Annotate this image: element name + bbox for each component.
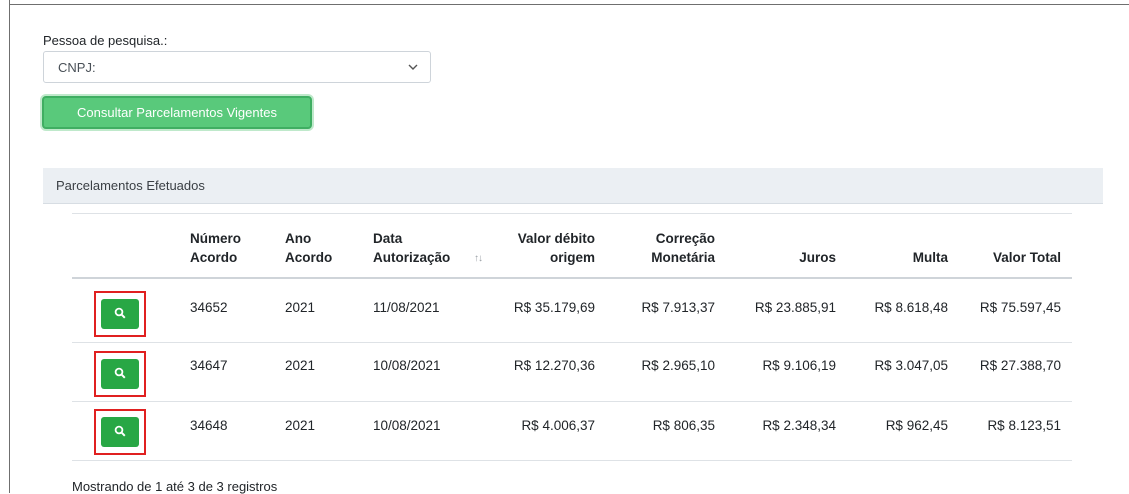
cell-multa: R$ 962,45 bbox=[885, 418, 948, 433]
header-correcao-monetaria[interactable]: Correção Monetária bbox=[615, 229, 715, 267]
header-valor-line2: origem bbox=[549, 250, 595, 265]
row-view-button-fill bbox=[101, 299, 139, 329]
cell-juros: R$ 23.885,91 bbox=[754, 300, 836, 315]
cell-data: 10/08/2021 bbox=[373, 418, 441, 433]
consult-installments-button[interactable]: Consultar Parcelamentos Vigentes bbox=[42, 96, 312, 129]
cell-ano: 2021 bbox=[285, 358, 316, 373]
header-data-line1: Data bbox=[373, 231, 403, 246]
header-valor-total[interactable]: Valor Total bbox=[961, 248, 1061, 267]
cell-data: 11/08/2021 bbox=[373, 300, 440, 315]
sort-icon[interactable]: ↑↓ bbox=[474, 253, 483, 264]
cell-juros: R$ 9.106,19 bbox=[762, 358, 836, 373]
row-view-button-fill bbox=[101, 359, 139, 389]
cell-total: R$ 27.388,70 bbox=[979, 358, 1061, 373]
header-numero-line1: Número bbox=[190, 231, 242, 246]
cell-numero: 34647 bbox=[190, 358, 228, 373]
row-view-button[interactable] bbox=[94, 409, 146, 455]
header-juros[interactable]: Juros bbox=[736, 248, 836, 267]
search-icon bbox=[114, 367, 126, 379]
cell-multa: R$ 3.047,05 bbox=[874, 358, 948, 373]
row-view-button-fill bbox=[101, 417, 139, 447]
search-person-selected-value: CNPJ: bbox=[58, 60, 96, 75]
row-view-button[interactable] bbox=[94, 351, 146, 397]
header-multa[interactable]: Multa bbox=[848, 248, 948, 267]
cell-numero: 34648 bbox=[190, 418, 228, 433]
header-valor-line1: Valor débito bbox=[517, 231, 595, 246]
row-view-button[interactable] bbox=[94, 291, 146, 337]
cell-data: 10/08/2021 bbox=[373, 358, 441, 373]
cell-correcao: R$ 806,35 bbox=[652, 418, 715, 433]
header-ano-acordo[interactable]: Ano Acordo bbox=[285, 229, 332, 267]
cell-numero: 34652 bbox=[190, 300, 228, 315]
header-correcao-line2: Monetária bbox=[651, 250, 715, 265]
header-numero-line2: Acordo bbox=[190, 250, 238, 265]
search-icon bbox=[114, 425, 126, 437]
table-top-rule bbox=[72, 213, 1072, 214]
header-ano-line1: Ano bbox=[285, 231, 312, 246]
header-valor-debito[interactable]: Valor débito origem bbox=[495, 229, 595, 267]
cell-total: R$ 8.123,51 bbox=[987, 418, 1061, 433]
table-info-text: Mostrando de 1 até 3 de 3 registros bbox=[72, 479, 278, 494]
cell-valor: R$ 4.006,37 bbox=[521, 418, 595, 433]
cell-ano: 2021 bbox=[285, 300, 316, 315]
header-data-line2: Autorização bbox=[373, 250, 451, 265]
panel-title: Parcelamentos Efetuados bbox=[56, 178, 205, 193]
cell-correcao: R$ 2.965,10 bbox=[641, 358, 715, 373]
header-correcao-line1: Correção bbox=[655, 231, 715, 246]
cell-total: R$ 75.597,45 bbox=[979, 300, 1061, 315]
row-divider bbox=[72, 342, 1072, 343]
cell-juros: R$ 2.348,34 bbox=[762, 418, 836, 433]
row-divider bbox=[72, 460, 1072, 461]
table-header-rule bbox=[72, 277, 1072, 279]
search-person-label: Pessoa de pesquisa.: bbox=[43, 33, 168, 48]
window-top-border bbox=[9, 4, 1129, 5]
panel-header: Parcelamentos Efetuados bbox=[43, 168, 1103, 204]
row-divider bbox=[72, 401, 1072, 402]
cell-correcao: R$ 7.913,37 bbox=[641, 300, 715, 315]
search-icon bbox=[114, 307, 126, 319]
cell-ano: 2021 bbox=[285, 418, 316, 433]
chevron-down-icon bbox=[408, 64, 418, 70]
search-person-select[interactable]: CNPJ: bbox=[43, 51, 431, 83]
window-left-border bbox=[9, 0, 10, 493]
header-numero-acordo[interactable]: Número Acordo bbox=[190, 229, 241, 267]
header-data-autorizacao[interactable]: Data Autorização bbox=[373, 229, 450, 267]
header-ano-line2: Acordo bbox=[285, 250, 333, 265]
cell-valor: R$ 35.179,69 bbox=[513, 300, 595, 315]
cell-multa: R$ 8.618,48 bbox=[874, 300, 948, 315]
cell-valor: R$ 12.270,36 bbox=[513, 358, 595, 373]
